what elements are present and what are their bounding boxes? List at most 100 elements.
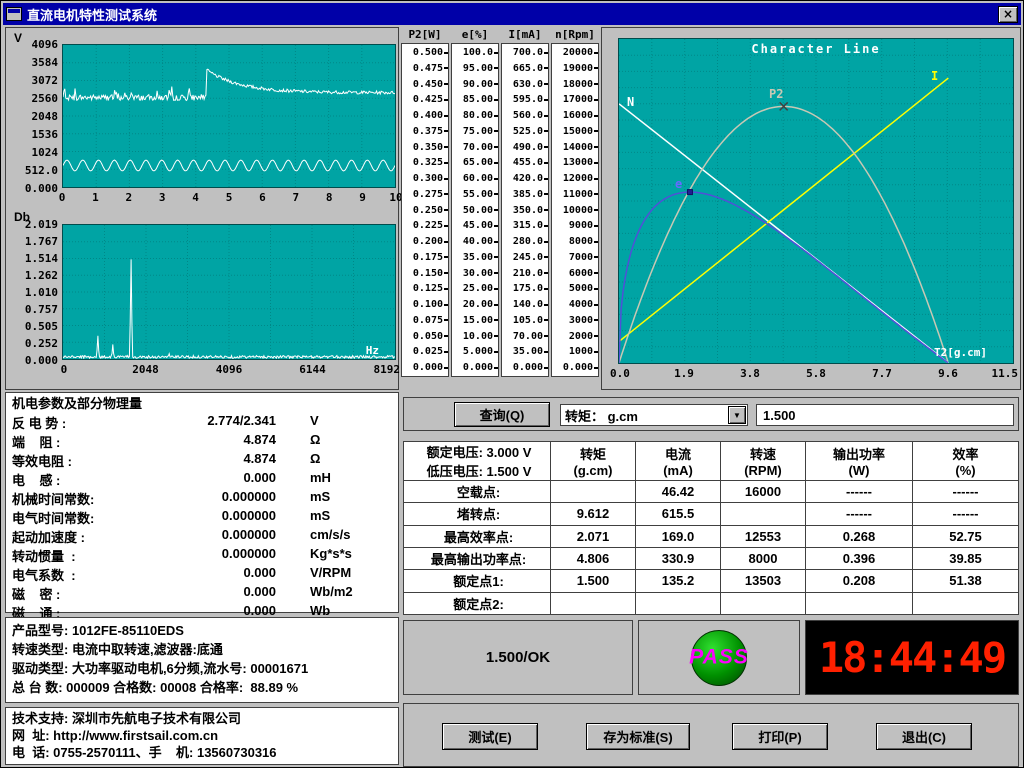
param-row: 转动惯量 :0.000000Kg*s*s bbox=[12, 546, 392, 565]
tick-mark bbox=[544, 209, 548, 211]
scope-v-y-tick: 3584 bbox=[8, 56, 58, 69]
window-title: 直流电机特性测试系统 bbox=[27, 5, 157, 24]
scale-header-e: e[%] bbox=[451, 27, 499, 43]
param-label: 电气时间常数: bbox=[12, 508, 172, 527]
scale-value-row: 1000 bbox=[552, 345, 598, 358]
scale-value: 350.0 bbox=[513, 205, 543, 216]
scale-value-row: 85.00 bbox=[452, 93, 498, 106]
tick-mark bbox=[444, 241, 448, 243]
scale-value: 35.00 bbox=[463, 252, 493, 263]
param-value: 0.000 bbox=[172, 565, 276, 584]
scale-value: 45.00 bbox=[463, 220, 493, 231]
scope-v-x-tick: 5 bbox=[226, 191, 233, 204]
scale-value: 90.00 bbox=[463, 79, 493, 90]
print-button[interactable]: 打印(P) bbox=[732, 723, 828, 750]
table-cell: 0.268 bbox=[806, 526, 912, 547]
combobox-dropdown-button[interactable]: ▼ bbox=[728, 406, 746, 424]
table-row-label: 空载点: bbox=[404, 481, 550, 502]
scale-value: 0.000 bbox=[463, 362, 493, 373]
scale-value: 560.0 bbox=[513, 110, 543, 121]
close-button[interactable]: × bbox=[998, 6, 1018, 23]
scale-value: 30.00 bbox=[463, 268, 493, 279]
tick-mark bbox=[594, 225, 598, 227]
scope-v-x-tick: 0 bbox=[59, 191, 66, 204]
tick-mark bbox=[544, 225, 548, 227]
scale-value: 1000 bbox=[569, 346, 593, 357]
exit-button[interactable]: 退出(C) bbox=[876, 723, 972, 750]
torque-value-input[interactable] bbox=[756, 404, 1014, 426]
scale-value-row: 100.0 bbox=[452, 46, 498, 59]
title-bar[interactable]: 直流电机特性测试系统 × bbox=[3, 3, 1021, 25]
tick-mark bbox=[494, 272, 498, 274]
tick-mark bbox=[594, 209, 598, 211]
tick-mark bbox=[594, 351, 598, 353]
clock-display: 18:44:49 bbox=[805, 620, 1019, 695]
scale-value: 175.0 bbox=[513, 283, 543, 294]
scale-value-row: 2000 bbox=[552, 330, 598, 343]
column-unit: (RPM) bbox=[744, 463, 782, 478]
scale-value: 0.350 bbox=[413, 142, 443, 153]
scale-value-row: 5000 bbox=[552, 282, 598, 295]
tick-mark bbox=[594, 367, 598, 369]
table-cell bbox=[551, 481, 635, 502]
scale-value-row: 0.375 bbox=[402, 125, 448, 138]
tick-mark bbox=[544, 367, 548, 369]
scale-value: 11000 bbox=[563, 189, 593, 200]
table-cell: 46.42 bbox=[636, 481, 720, 502]
tick-mark bbox=[594, 193, 598, 195]
scope-v-y-tick: 1024 bbox=[8, 146, 58, 159]
scale-value-row: 315.0 bbox=[502, 219, 548, 232]
tick-mark bbox=[494, 319, 498, 321]
tick-mark bbox=[444, 225, 448, 227]
scale-value: 0.200 bbox=[413, 236, 443, 247]
scale-value: 19000 bbox=[563, 63, 593, 74]
scale-value: 140.0 bbox=[513, 299, 543, 310]
tick-mark bbox=[494, 367, 498, 369]
scale-value-row: 20.00 bbox=[452, 298, 498, 311]
param-row: 机械时间常数:0.000000mS bbox=[12, 489, 392, 508]
tick-mark bbox=[594, 335, 598, 337]
scale-value-row: 0.500 bbox=[402, 46, 448, 59]
scale-value: 13000 bbox=[563, 157, 593, 168]
scale-value: 15.00 bbox=[463, 315, 493, 326]
result-table: 额定电压: 3.000 V低压电压: 1.500 V转矩(g.cm)电流(mA)… bbox=[403, 441, 1019, 615]
table-row-label: 额定点2: bbox=[404, 593, 550, 614]
table-column-header-4: 效率(%) bbox=[913, 442, 1018, 480]
test-button[interactable]: 测试(E) bbox=[442, 723, 538, 750]
product-info-line: 转速类型: 电流中取转速,滤波器:底通 bbox=[12, 640, 392, 659]
tick-mark bbox=[594, 288, 598, 290]
table-cell: 39.85 bbox=[913, 548, 1018, 569]
product-info-line: 驱动类型: 大功率驱动电机,6分频,流水号: 00001671 bbox=[12, 659, 392, 678]
scope-db-x-tick: 2048 bbox=[132, 363, 159, 376]
table-cell: 0.396 bbox=[806, 548, 912, 569]
scale-value-row: 385.0 bbox=[502, 188, 548, 201]
param-row: 电 感 :0.000mH bbox=[12, 470, 392, 489]
table-cell: ------ bbox=[806, 503, 912, 524]
scale-value: 8000 bbox=[569, 236, 593, 247]
table-row-label: 最高效率点: bbox=[404, 526, 550, 547]
save-standard-button[interactable]: 存为标准(S) bbox=[586, 723, 690, 750]
query-button[interactable]: 查询(Q) bbox=[454, 402, 550, 427]
support-info-line: 技术支持: 深圳市先航电子技术有限公司 bbox=[12, 710, 392, 727]
scale-value: 15000 bbox=[563, 126, 593, 137]
tick-mark bbox=[494, 52, 498, 54]
scale-value-row: 9000 bbox=[552, 219, 598, 232]
scale-value-row: 10000 bbox=[552, 204, 598, 217]
table-cell: 615.5 bbox=[636, 503, 720, 524]
charline-x-tick: 1.9 bbox=[674, 367, 694, 380]
scale-value-row: 0.150 bbox=[402, 267, 448, 280]
scope-db-y-tick: 0.000 bbox=[8, 354, 58, 367]
scale-value: 35.00 bbox=[513, 346, 543, 357]
series-label-e: e bbox=[675, 177, 682, 191]
scale-value-row: 5.000 bbox=[452, 345, 498, 358]
scale-value-row: 45.00 bbox=[452, 219, 498, 232]
table-column-header-3: 输出功率(W) bbox=[806, 442, 912, 480]
tick-mark bbox=[444, 209, 448, 211]
scale-value: 665.0 bbox=[513, 63, 543, 74]
table-cell: 4.806 bbox=[551, 548, 635, 569]
scale-value-row: 12000 bbox=[552, 172, 598, 185]
scale-value-row: 25.00 bbox=[452, 282, 498, 295]
tick-mark bbox=[494, 67, 498, 69]
scale-value-row: 70.00 bbox=[452, 141, 498, 154]
torque-unit-combobox[interactable]: 转矩： g.cm ▼ bbox=[560, 404, 748, 426]
